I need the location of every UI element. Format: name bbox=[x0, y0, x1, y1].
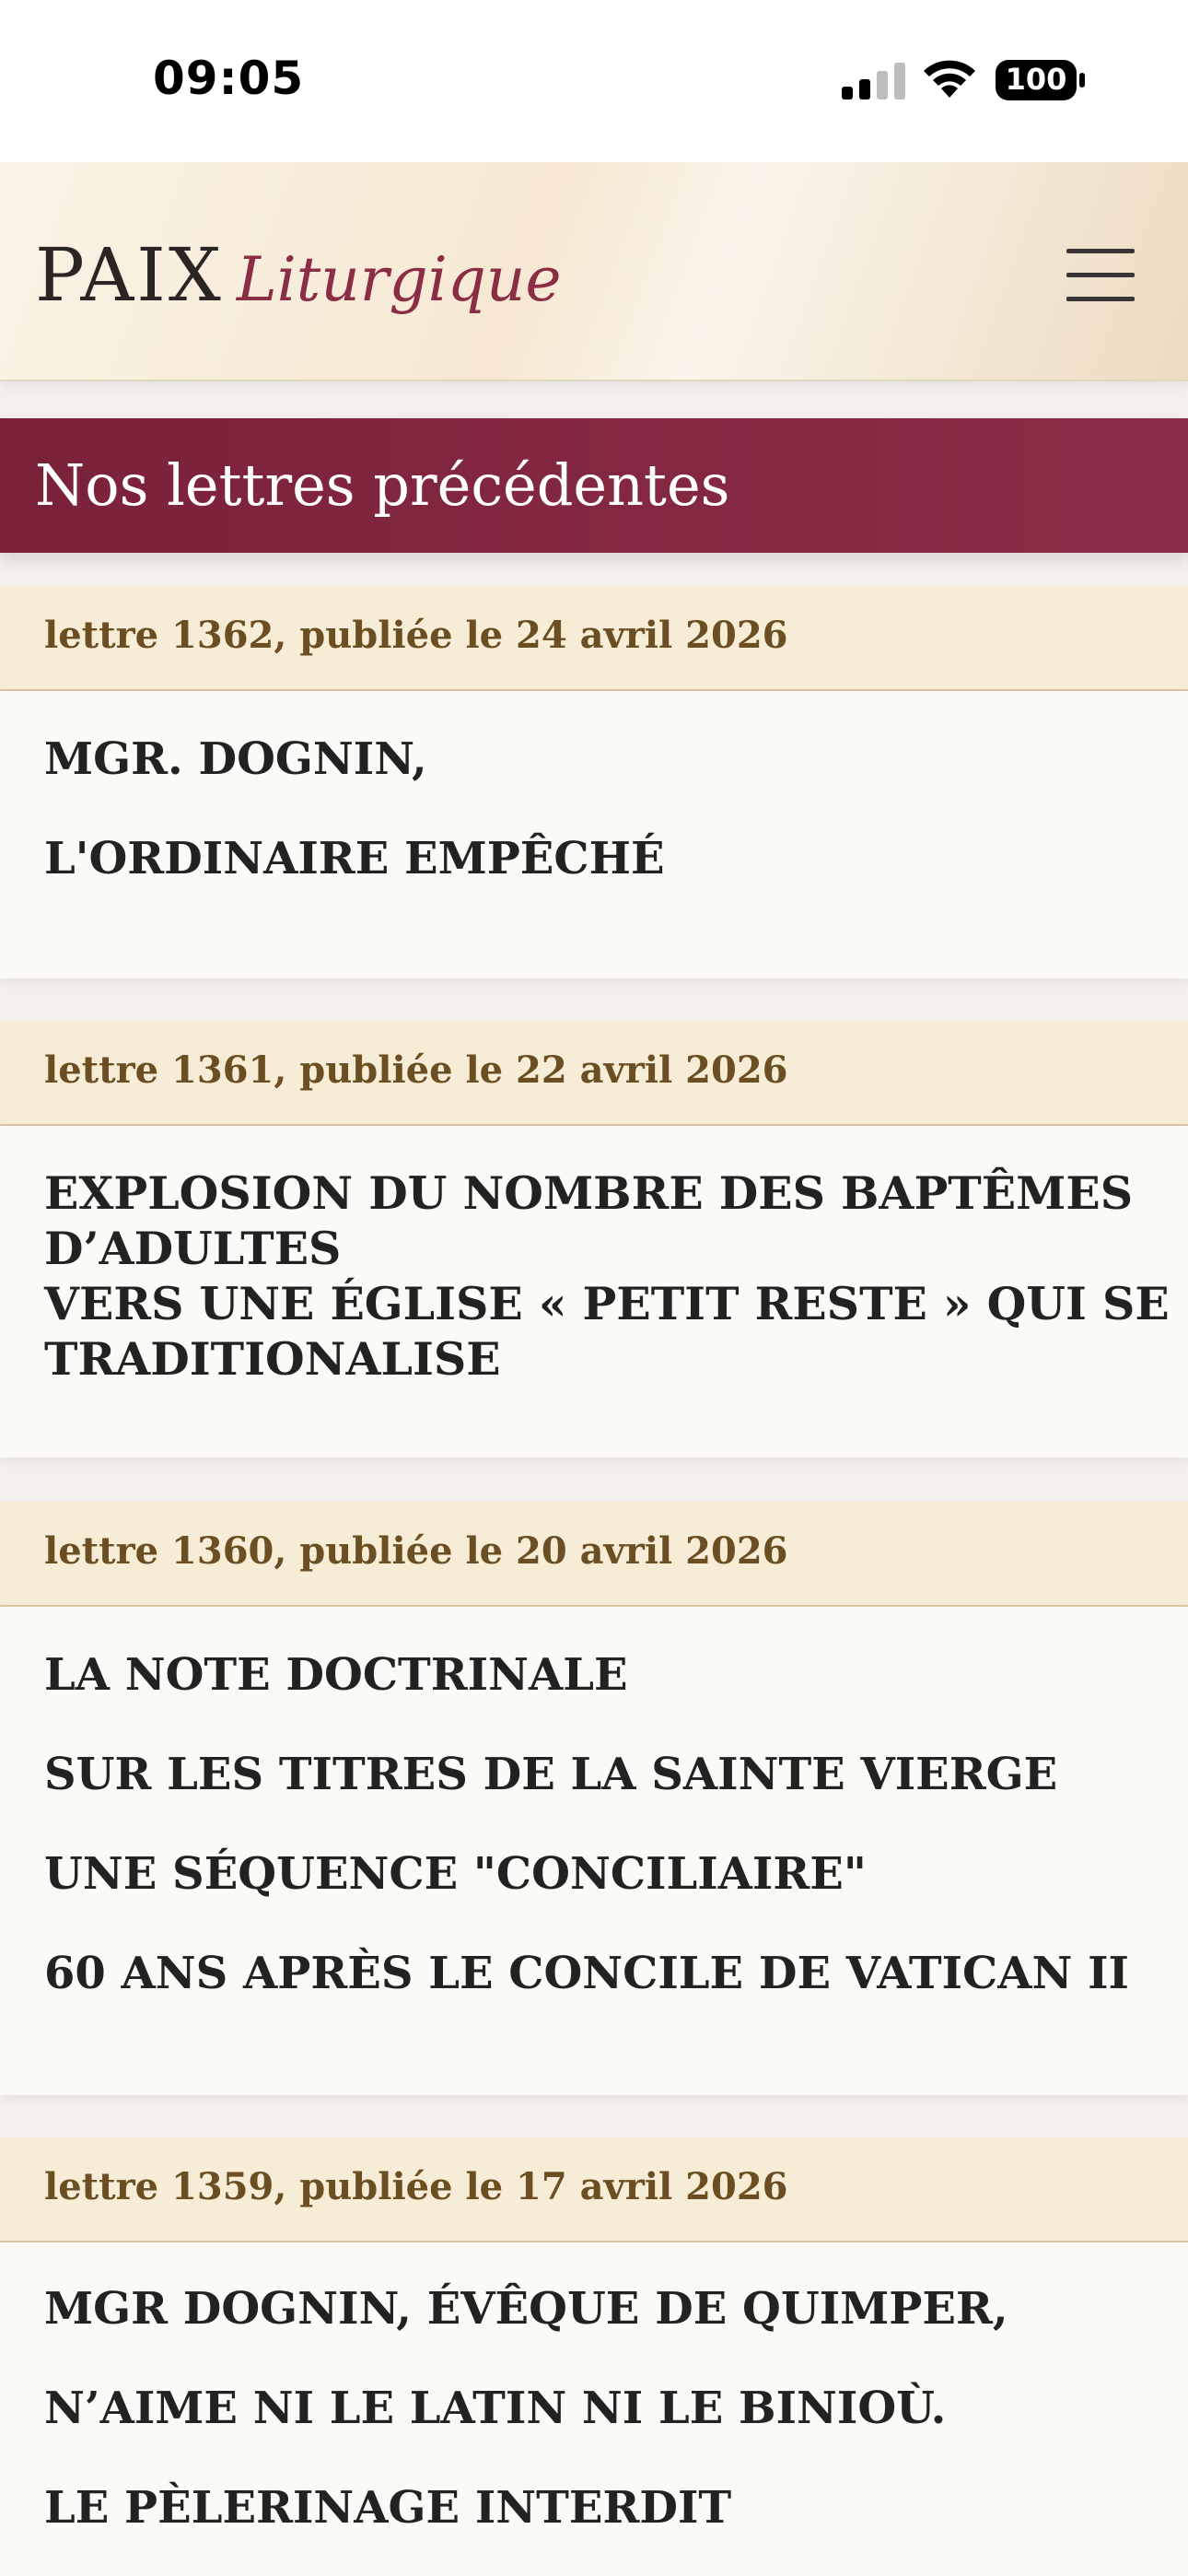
letter-title-line: VERS UNE ÉGLISE « PETIT RESTE » QUI SE bbox=[44, 1277, 1170, 1330]
letter-title-line: MGR DOGNIN, ÉVÊQUE DE QUIMPER, bbox=[44, 2283, 1008, 2335]
battery-icon: 100 bbox=[996, 60, 1085, 100]
letter-title-line: MGR. DOGNIN, bbox=[44, 733, 427, 785]
letter-title-line: TRADITIONALISE bbox=[44, 1332, 501, 1386]
logo-sub-text: Liturgique bbox=[236, 244, 562, 315]
letter-meta: lettre 1359, publiée le 17 avril 2026 bbox=[0, 2137, 1188, 2242]
status-bar: 09:05 100 bbox=[0, 0, 1188, 162]
letter-meta: lettre 1360, publiée le 20 avril 2026 bbox=[0, 1502, 1188, 1607]
letter-title-line: LE PÈLERINAGE INTERDIT bbox=[44, 2482, 732, 2534]
letter-card[interactable]: lettre 1361, publiée le 22 avril 2026 EX… bbox=[0, 1021, 1188, 1459]
letter-meta-text: lettre 1361, publiée le 22 avril 2026 bbox=[44, 1048, 788, 1092]
battery-level: 100 bbox=[1006, 62, 1067, 97]
letter-title-block[interactable]: EXPLOSION DU NOMBRE DES BAPTÊMES D’ADULT… bbox=[0, 1126, 1188, 1458]
letter-meta: lettre 1361, publiée le 22 avril 2026 bbox=[0, 1021, 1188, 1126]
letter-meta-text: lettre 1362, publiée le 24 avril 2026 bbox=[44, 614, 788, 657]
letter-meta-text: lettre 1359, publiée le 17 avril 2026 bbox=[44, 2165, 788, 2208]
letter-title-line: UNE SÉQUENCE "CONCILIAIRE" bbox=[44, 1848, 867, 1900]
letter-title-line: SUR LES TITRES DE LA SAINTE VIERGE bbox=[44, 1749, 1058, 1800]
letter-meta: lettre 1362, publiée le 24 avril 2026 bbox=[0, 586, 1188, 691]
status-time: 09:05 bbox=[153, 52, 305, 105]
letter-title-line: EXPLOSION DU NOMBRE DES BAPTÊMES bbox=[44, 1166, 1134, 1220]
cellular-signal-icon bbox=[842, 63, 905, 100]
site-header: PAIX Liturgique bbox=[0, 162, 1188, 381]
letter-title-line: LA NOTE DOCTRINALE bbox=[44, 1649, 628, 1701]
section-title-bar: Nos lettres précédentes bbox=[0, 418, 1188, 553]
letter-title-block[interactable]: LA NOTE DOCTRINALE SUR LES TITRES DE LA … bbox=[0, 1607, 1188, 2095]
wifi-icon bbox=[924, 60, 975, 98]
letter-title-line: D’ADULTES bbox=[44, 1222, 342, 1275]
letter-title-block[interactable]: MGR. DOGNIN, L'ORDINAIRE EMPÊCHÉ bbox=[0, 691, 1188, 978]
site-logo[interactable]: PAIX Liturgique bbox=[35, 232, 562, 318]
letter-card[interactable]: lettre 1359, publiée le 17 avril 2026 MG… bbox=[0, 2137, 1188, 2576]
letter-title-line: L'ORDINAIRE EMPÊCHÉ bbox=[44, 833, 665, 884]
logo-main-text: PAIX bbox=[35, 232, 224, 318]
letter-title-line: N’AIME NI LE LATIN NI LE BINIOÙ. bbox=[44, 2383, 947, 2434]
section-title: Nos lettres précédentes bbox=[35, 451, 730, 519]
letter-card[interactable]: lettre 1362, publiée le 24 avril 2026 MG… bbox=[0, 586, 1188, 978]
letter-title-block[interactable]: MGR DOGNIN, ÉVÊQUE DE QUIMPER, N’AIME NI… bbox=[0, 2242, 1188, 2576]
letter-card[interactable]: lettre 1360, publiée le 20 avril 2026 LA… bbox=[0, 1502, 1188, 2095]
letter-title-line: 60 ANS APRÈS LE CONCILE DE VATICAN II bbox=[44, 1948, 1129, 1999]
letter-meta-text: lettre 1360, publiée le 20 avril 2026 bbox=[44, 1529, 788, 1573]
hamburger-menu-icon[interactable] bbox=[1066, 247, 1135, 302]
